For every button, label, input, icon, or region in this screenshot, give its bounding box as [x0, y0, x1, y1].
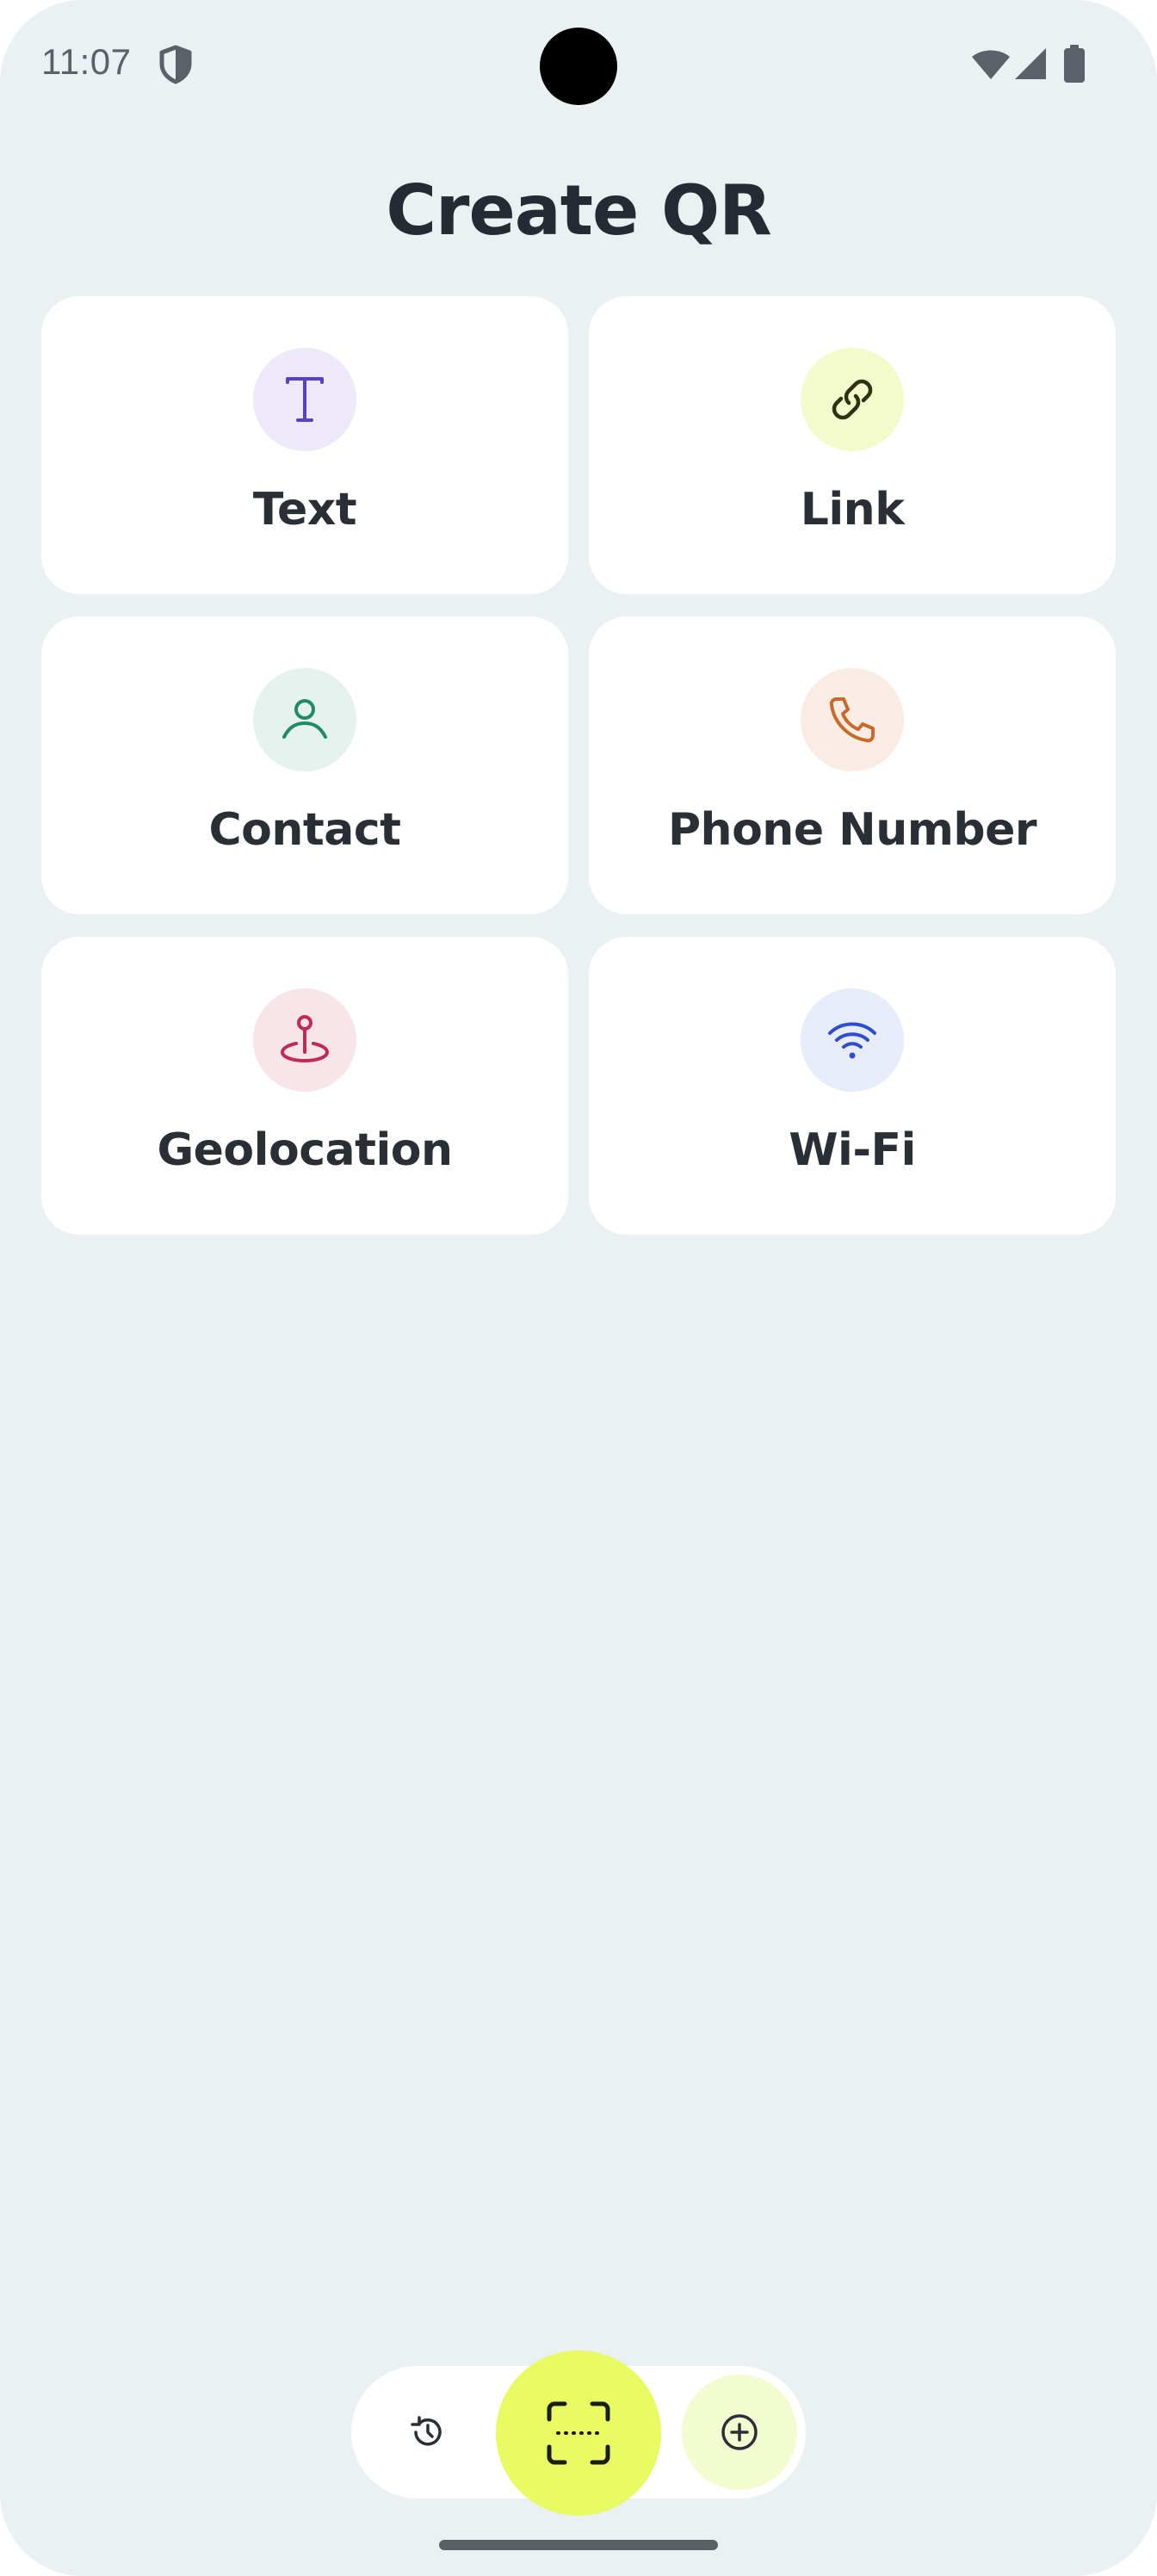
option-label-text: Text: [252, 484, 357, 536]
camera-cutout: [540, 28, 617, 105]
status-time: 11:07: [41, 41, 132, 82]
option-card-contact[interactable]: Contact: [41, 616, 568, 914]
scan-icon: [547, 2401, 610, 2465]
text-icon: [286, 377, 324, 422]
option-label-geolocation: Geolocation: [157, 1124, 453, 1176]
signal-icon: [1015, 48, 1046, 79]
link-icon: [832, 379, 873, 420]
option-label-link: Link: [800, 484, 905, 536]
phone-icon-circle: [801, 668, 904, 771]
option-card-phone-number[interactable]: Phone Number: [589, 616, 1116, 914]
scan-button[interactable]: [496, 2350, 661, 2516]
option-card-wifi[interactable]: Wi-Fi: [589, 937, 1116, 1235]
battery-icon: [1064, 45, 1085, 83]
wifi-icon: [828, 1022, 876, 1059]
page-title: Create QR: [386, 170, 771, 251]
shield-icon: [159, 45, 192, 84]
option-card-geolocation[interactable]: Geolocation: [41, 937, 568, 1235]
link-icon-circle: [801, 348, 904, 451]
wifi-icon-circle: [801, 988, 904, 1092]
option-label-phone-number: Phone Number: [667, 804, 1037, 856]
create-qr-screen: 11:07 Create QR Text Link Contact Phone …: [0, 0, 1157, 2576]
history-icon: [411, 2416, 442, 2446]
contact-icon-circle: [253, 668, 356, 771]
option-card-text[interactable]: Text: [41, 296, 568, 594]
contact-icon: [282, 699, 327, 739]
option-label-wifi: Wi-Fi: [789, 1124, 916, 1176]
create-button[interactable]: [682, 2375, 797, 2490]
history-button[interactable]: [394, 2399, 461, 2466]
text-icon-circle: [253, 348, 356, 451]
create-icon: [721, 2414, 758, 2450]
geolocation-icon: [280, 1015, 330, 1063]
geolocation-icon-circle: [253, 988, 356, 1092]
status-bar: 11:07: [0, 0, 1157, 129]
option-card-link[interactable]: Link: [589, 296, 1116, 594]
option-label-contact: Contact: [208, 804, 401, 856]
wifi-icon: [972, 50, 1010, 79]
home-indicator[interactable]: [439, 2540, 718, 2550]
phone-icon: [829, 697, 875, 743]
